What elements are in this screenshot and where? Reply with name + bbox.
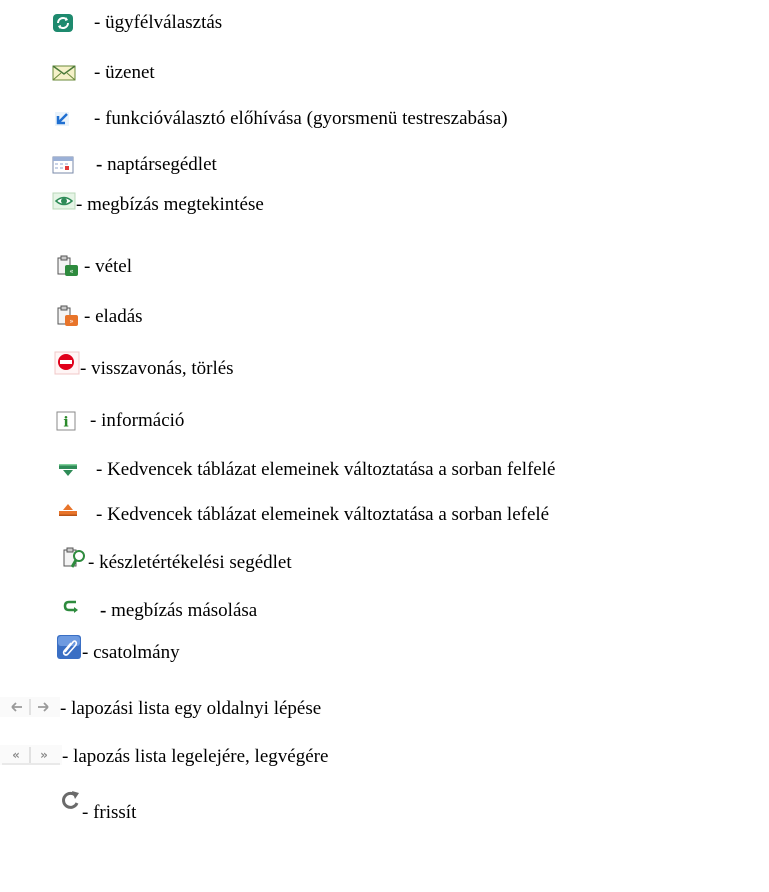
- svg-text:»: »: [69, 318, 73, 326]
- refresh-circle-icon: [52, 13, 74, 33]
- move-up-icon: [58, 462, 78, 478]
- dash: -: [60, 698, 67, 719]
- dash: -: [94, 12, 101, 33]
- legend-item-sell: » - eladás: [56, 302, 143, 332]
- dash: -: [96, 504, 103, 525]
- dash: -: [100, 600, 107, 621]
- legend-label: csatolmány: [93, 642, 180, 663]
- reload-icon: [60, 788, 82, 814]
- svg-text:i: i: [63, 415, 68, 431]
- legend-label: eladás: [95, 306, 143, 327]
- first-last-icon: « »: [0, 744, 62, 766]
- eye-icon: [52, 191, 76, 211]
- dash: -: [62, 746, 69, 767]
- legend-item-copy-order: - megbízás másolása: [62, 596, 257, 626]
- dash: -: [84, 306, 91, 327]
- legend-item-stock-valuation: - készletértékelési segédlet: [62, 547, 292, 578]
- legend-label: naptársegédlet: [107, 154, 217, 175]
- legend-item-function-picker: - funkcióválasztó előhívása (gyorsmenü t…: [52, 104, 508, 134]
- svg-text:«: «: [12, 748, 20, 762]
- legend-label: készletértékelési segédlet: [99, 552, 292, 573]
- legend-item-message: - üzenet: [52, 58, 155, 88]
- dash: -: [80, 358, 87, 379]
- dash: -: [90, 410, 97, 431]
- svg-text:«: «: [69, 268, 73, 276]
- clipboard-search-icon: [62, 547, 88, 571]
- move-down-icon: [58, 502, 78, 520]
- legend-label: Kedvencek táblázat elemeinek változtatás…: [107, 459, 556, 480]
- legend-label: megbízás másolása: [111, 600, 258, 621]
- legend-label: megbízás megtekintése: [87, 194, 264, 215]
- envelope-icon: [52, 64, 76, 82]
- dash: -: [82, 802, 89, 823]
- legend-label: lapozási lista egy oldalnyi lépése: [71, 698, 322, 719]
- paperclip-icon: [56, 634, 82, 660]
- dash: -: [96, 154, 103, 175]
- legend-item-cancel: - visszavonás, törlés: [54, 351, 234, 384]
- legend-label: Kedvencek táblázat elemeinek változtatás…: [107, 504, 550, 525]
- legend-item-move-down: - Kedvencek táblázat elemeinek változtat…: [58, 500, 549, 530]
- legend-label: frissít: [93, 802, 137, 823]
- calendar-icon: [52, 155, 74, 175]
- dash: -: [84, 256, 91, 277]
- arrow-down-left-icon: [52, 110, 74, 128]
- legend-item-refresh: - frissít: [60, 788, 137, 823]
- info-icon: i: [56, 411, 76, 431]
- legend-label: vétel: [95, 256, 133, 277]
- svg-text:»: »: [40, 748, 48, 762]
- legend-item-calendar: - naptársegédlet: [52, 150, 217, 180]
- legend-item-attachment: - csatolmány: [56, 635, 180, 668]
- stop-icon: [54, 351, 80, 375]
- clipboard-buy-icon: «: [56, 255, 80, 279]
- legend-label: ügyfélválasztás: [105, 12, 223, 33]
- legend-item-page-step: - lapozási lista egy oldalnyi lépése: [0, 694, 321, 724]
- legend-item-info: i - információ: [56, 406, 184, 436]
- dash: -: [96, 459, 103, 480]
- legend-item-page-jump: « » - lapozás lista legelejére, legvégér…: [0, 742, 328, 772]
- legend-label: üzenet: [105, 62, 155, 83]
- legend-item-view-order: - megbízás megtekintése: [52, 190, 264, 220]
- dash: -: [76, 194, 83, 215]
- legend-item-buy: « - vétel: [56, 252, 132, 282]
- dash: -: [88, 552, 95, 573]
- legend-item-move-up: - Kedvencek táblázat elemeinek változtat…: [58, 455, 555, 485]
- dash: -: [94, 62, 101, 83]
- dash: -: [82, 642, 89, 663]
- copy-icon: [62, 597, 82, 617]
- legend-item-client-select: - ügyfélválasztás: [52, 8, 222, 38]
- legend-label: visszavonás, törlés: [91, 358, 234, 379]
- prev-next-icon: [0, 696, 60, 718]
- dash: -: [94, 108, 101, 129]
- clipboard-sell-icon: »: [56, 305, 80, 329]
- legend-label: funkcióválasztó előhívása (gyorsmenü tes…: [105, 108, 508, 129]
- legend-label: információ: [101, 410, 185, 431]
- legend-label: lapozás lista legelejére, legvégére: [73, 746, 329, 767]
